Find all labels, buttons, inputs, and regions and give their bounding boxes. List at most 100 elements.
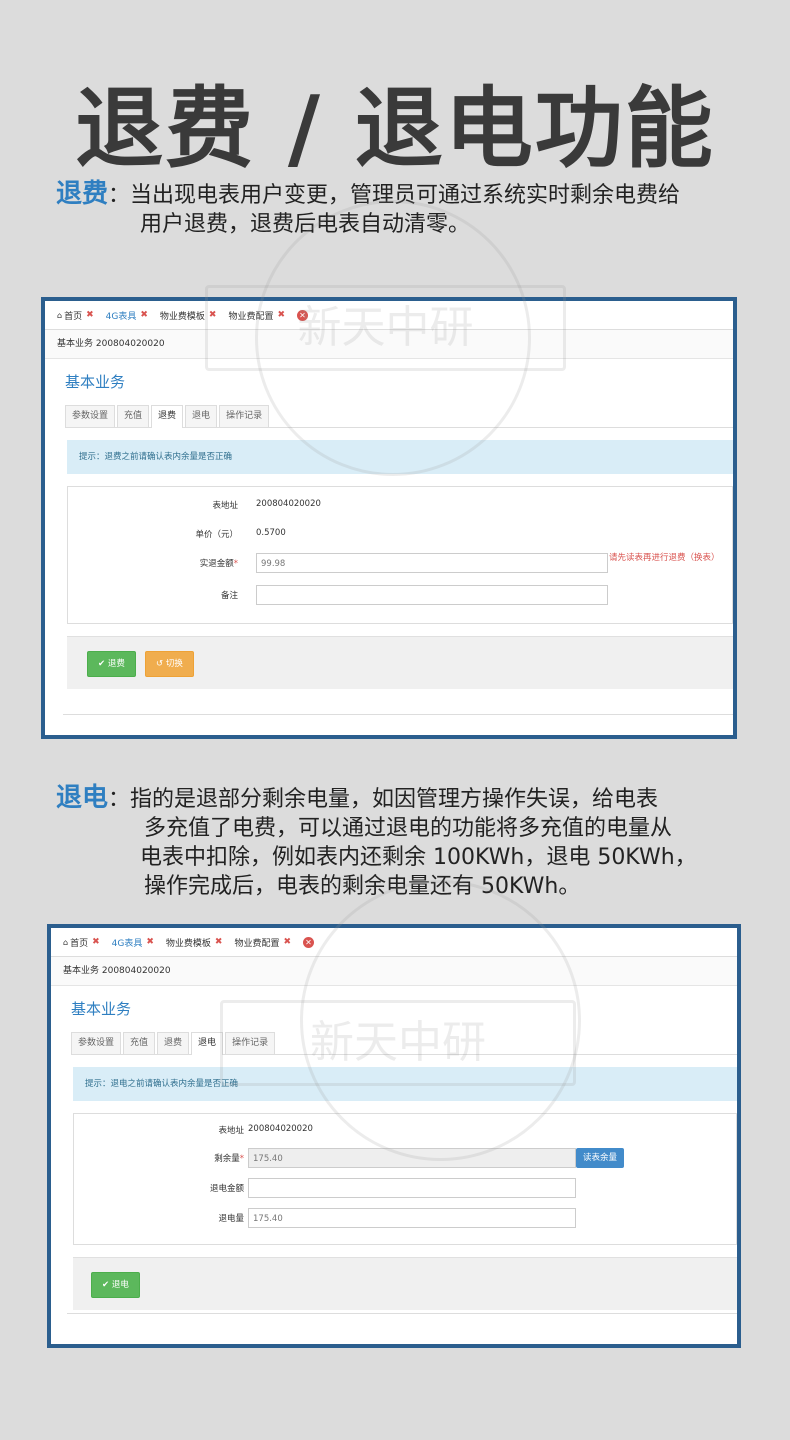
power-line-4: 操作完成后，电表的剩余电量还有 50KWh。 — [144, 874, 581, 899]
home-icon: ⌂ — [57, 310, 63, 320]
alert-tip: 提示：退电之前请确认表内余量是否正确 — [73, 1067, 737, 1101]
tab-label: 首页 — [64, 311, 83, 322]
subtab-refund[interactable]: 退费 — [157, 1032, 190, 1054]
breadcrumb: 基本业务 200804020020 — [51, 957, 737, 986]
check-icon: ✔ — [102, 1280, 112, 1290]
subtab-params[interactable]: 参数设置 — [71, 1032, 122, 1054]
amount-label: 退电金额 — [209, 1184, 244, 1194]
remark-label: 备注 — [220, 591, 238, 601]
tab-property-config[interactable]: 物业费配置 ✖ — [228, 928, 297, 956]
tab-label: 物业费模板 — [165, 938, 211, 949]
refund-power-screenshot-panel: ⌂ 首页 ✖ 4G表具 ✖ 物业费模板 ✖ 物业费配置 ✖ ✕ 基本业务 200… — [47, 924, 741, 1348]
close-icon[interactable]: ✖ — [92, 937, 100, 947]
power-line-3: 电表中扣除，例如表内还剩余 100KWh，退电 50KWh， — [140, 845, 697, 870]
alert-tip: 提示：退费之前请确认表内余量是否正确 — [67, 440, 733, 474]
subtab-refund-power[interactable]: 退电 — [191, 1032, 224, 1055]
close-icon[interactable]: ✖ — [140, 310, 148, 320]
panel-divider — [67, 1313, 737, 1314]
address-label: 表地址 — [218, 1126, 244, 1136]
form-row-refund-amount: 实退金额* 99.98 请先读表再进行退费（换表） — [68, 553, 728, 575]
close-icon[interactable]: ✖ — [277, 310, 285, 320]
tab-label: 4G表具 — [111, 938, 143, 949]
refund-button-label: 退费 — [107, 659, 125, 669]
refund-line-2: 用户退费，退费后电表自动清零。 — [140, 212, 471, 237]
remark-input[interactable] — [256, 585, 608, 605]
form-row-amount: 退电金额 — [74, 1178, 674, 1200]
close-all-icon[interactable]: ✕ — [297, 309, 309, 321]
close-icon[interactable]: ✖ — [209, 310, 217, 320]
subtab-params[interactable]: 参数设置 — [65, 405, 116, 427]
button-bar: ✔ 退电 — [73, 1257, 737, 1310]
subtab-refund[interactable]: 退费 — [151, 405, 184, 428]
page-title: 基本业务 — [65, 373, 126, 391]
power-description: 退电：指的是退部分剩余电量，如因管理方操作失误，给电表 多充值了电费，可以通过退… — [56, 784, 697, 901]
refund-form: 表地址 200804020020 单价（元） 0.5700 实退金额* 99.9… — [67, 486, 733, 624]
address-value: 200804020020 — [256, 499, 321, 509]
power-label: 退电 — [56, 783, 109, 813]
price-value: 0.5700 — [256, 528, 286, 538]
check-icon: ✔ — [98, 659, 108, 669]
quantity-input[interactable]: 175.40 — [248, 1208, 576, 1228]
button-bar: ✔ 退费 ↺ 切换 — [67, 636, 733, 689]
close-icon[interactable]: ✖ — [86, 310, 94, 320]
close-icon[interactable]: ✖ — [283, 937, 291, 947]
tab-bar: ⌂ 首页 ✖ 4G表具 ✖ 物业费模板 ✖ 物业费配置 ✖ ✕ — [51, 928, 737, 957]
subtab-recharge[interactable]: 充值 — [123, 1032, 156, 1054]
quantity-label: 退电量 — [218, 1214, 244, 1224]
amount-input[interactable] — [248, 1178, 576, 1198]
undo-icon: ↺ — [156, 659, 166, 669]
panel-divider — [63, 714, 733, 715]
refund-power-button[interactable]: ✔ 退电 — [91, 1272, 140, 1298]
switch-button-label: 切换 — [165, 659, 183, 669]
remaining-label: 剩余量 — [214, 1154, 240, 1164]
page-title: 基本业务 — [71, 1000, 132, 1018]
form-row-remark: 备注 — [68, 585, 668, 607]
close-all-icon[interactable]: ✕ — [303, 936, 315, 948]
tab-property-template[interactable]: 物业费模板 ✖ — [160, 928, 229, 956]
switch-button[interactable]: ↺ 切换 — [145, 651, 194, 677]
refund-label: 退费 — [56, 179, 109, 209]
home-icon: ⌂ — [63, 937, 69, 947]
tab-home[interactable]: ⌂ 首页 ✖ — [51, 301, 100, 329]
required-star: * — [239, 1154, 244, 1164]
tab-bar: ⌂ 首页 ✖ 4G表具 ✖ 物业费模板 ✖ 物业费配置 ✖ ✕ — [45, 301, 733, 330]
refund-power-button-label: 退电 — [111, 1280, 129, 1290]
refund-line-1: 当出现电表用户变更，管理员可通过系统实时剩余电费给 — [130, 183, 681, 208]
tab-label: 物业费配置 — [234, 938, 280, 949]
address-value: 200804020020 — [248, 1124, 313, 1134]
power-line-2: 多充值了电费，可以通过退电的功能将多充值的电量从 — [144, 816, 673, 841]
refund-button[interactable]: ✔ 退费 — [87, 651, 136, 677]
read-meter-button[interactable]: 读表余量 — [576, 1148, 625, 1168]
tab-4g-meter[interactable]: 4G表具 ✖ — [106, 928, 160, 956]
refund-power-form: 表地址 200804020020 剩余量* 175.40 读表余量 退电金额 退… — [73, 1113, 737, 1245]
required-star: * — [233, 559, 238, 569]
sub-tabs: 参数设置 充值 退费 退电 操作记录 — [65, 405, 733, 428]
breadcrumb: 基本业务 200804020020 — [45, 330, 733, 359]
remaining-input: 175.40 — [248, 1148, 576, 1168]
tab-label: 物业费配置 — [228, 311, 274, 322]
close-icon[interactable]: ✖ — [215, 937, 223, 947]
subtab-records[interactable]: 操作记录 — [225, 1032, 276, 1054]
tab-4g-meter[interactable]: 4G表具 ✖ — [100, 301, 154, 329]
tab-property-config[interactable]: 物业费配置 ✖ — [222, 301, 291, 329]
refund-error-text: 请先读表再进行退费（换表） — [609, 553, 720, 563]
refund-description: 退费：当出现电表用户变更，管理员可通过系统实时剩余电费给 用户退费，退费后电表自… — [56, 180, 680, 239]
refund-screenshot-panel: ⌂ 首页 ✖ 4G表具 ✖ 物业费模板 ✖ 物业费配置 ✖ ✕ 基本业务 200… — [41, 297, 737, 739]
tab-home[interactable]: ⌂ 首页 ✖ — [57, 928, 106, 956]
tab-property-template[interactable]: 物业费模板 ✖ — [154, 301, 223, 329]
close-icon[interactable]: ✖ — [146, 937, 154, 947]
hero-title: 退费 / 退电功能 — [75, 77, 715, 180]
subtab-records[interactable]: 操作记录 — [219, 405, 270, 427]
refund-amount-input[interactable]: 99.98 — [256, 553, 608, 573]
subtab-recharge[interactable]: 充值 — [117, 405, 150, 427]
tab-label: 物业费模板 — [159, 311, 205, 322]
sub-tabs: 参数设置 充值 退费 退电 操作记录 — [71, 1032, 737, 1055]
tab-label: 首页 — [70, 938, 89, 949]
subtab-refund-power[interactable]: 退电 — [185, 405, 218, 427]
tab-label: 4G表具 — [105, 311, 137, 322]
refund-amount-label: 实退金额 — [199, 559, 234, 569]
refund-colon: ： — [108, 183, 131, 208]
address-label: 表地址 — [212, 501, 238, 511]
price-label: 单价（元） — [195, 530, 238, 540]
power-colon: ： — [108, 787, 131, 812]
